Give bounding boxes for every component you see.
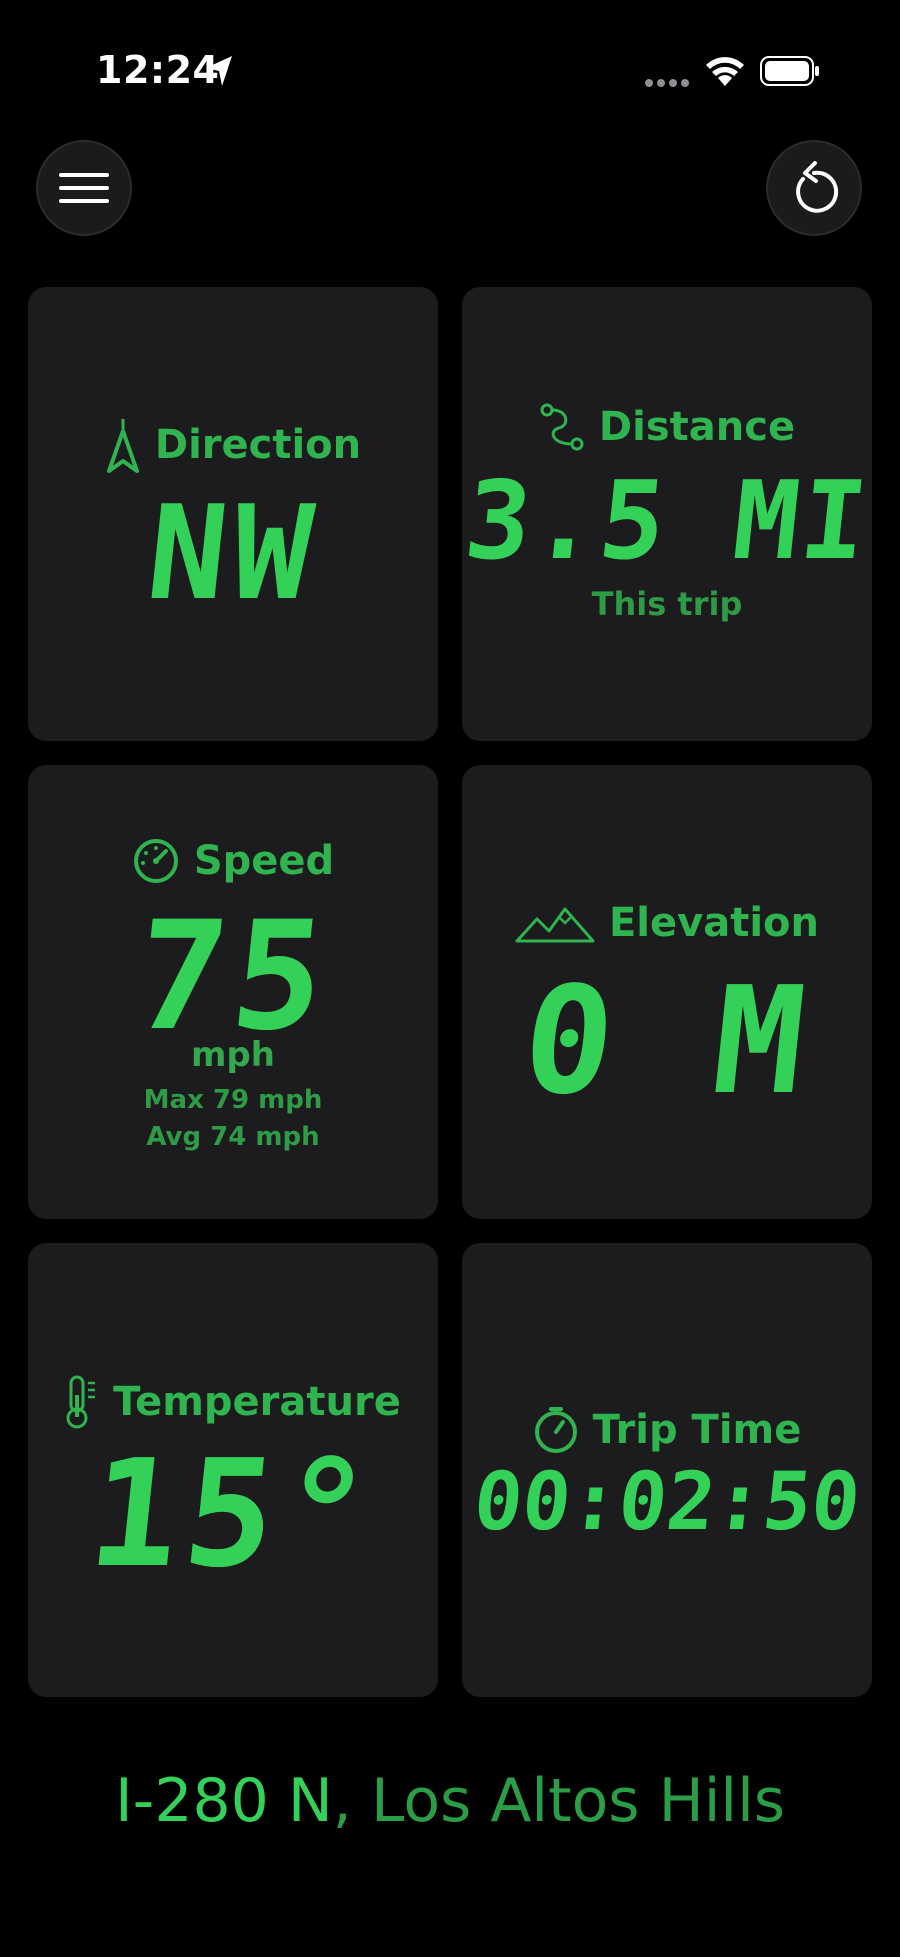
distance-tile[interactable]: Distance 3.5 MI This trip (459, 287, 875, 741)
trip-time-label: Trip Time (592, 1407, 802, 1453)
menu-button[interactable] (36, 140, 132, 236)
elevation-label-row: Elevation (462, 900, 872, 946)
elevation-label: Elevation (608, 900, 820, 946)
wifi-icon (706, 57, 744, 86)
speed-unit: mph (191, 1035, 275, 1075)
temperature-tile[interactable]: Temperature 15° (28, 1243, 438, 1697)
direction-tile[interactable]: Direction NW (28, 287, 438, 741)
direction-label-row: Direction (28, 417, 438, 473)
elevation-value: 0 M (515, 955, 819, 1127)
reset-button[interactable] (766, 140, 862, 236)
speed-max: Max 79 mph (143, 1085, 323, 1115)
hamburger-menu-icon (59, 173, 109, 203)
road-name: I-280 N (114, 1766, 333, 1836)
temperature-value: 15° (81, 1428, 385, 1600)
trip-time-value: 00:02:50 (469, 1455, 865, 1548)
reset-arrow-icon (796, 161, 839, 213)
distance-sub: This trip (591, 585, 743, 623)
trip-time-tile[interactable]: Trip Time 00:02:50 (462, 1243, 872, 1697)
speedometer-icon (133, 839, 178, 883)
status-bar: 12:24 (0, 0, 900, 140)
temperature-label-row: Temperature (28, 1375, 438, 1429)
elevation-tile[interactable]: Elevation 0 M (462, 765, 872, 1219)
distance-label-row: Distance (462, 402, 872, 452)
location-arrow-icon (206, 56, 232, 86)
temperature-label: Temperature (113, 1379, 401, 1425)
timer-icon (534, 1407, 577, 1453)
location-separator: , (332, 1766, 352, 1836)
direction-label: Direction (154, 422, 362, 468)
distance-label: Distance (598, 404, 796, 450)
compass-arrow-icon (106, 419, 139, 473)
location-footer: I-280 N, Los Altos Hills (0, 1766, 900, 1836)
speed-avg: Avg 74 mph (146, 1122, 320, 1152)
mountains-icon (515, 907, 595, 943)
speed-label-row: Speed (28, 837, 438, 885)
speed-tile[interactable]: Speed 75 mph Max 79 mph Avg 74 mph (28, 765, 438, 1219)
speed-label: Speed (193, 838, 335, 884)
route-icon (540, 403, 584, 451)
distance-value: 3.5 MI (459, 459, 875, 584)
city-name: Los Altos Hills (351, 1766, 786, 1836)
direction-value: NW (140, 477, 326, 629)
battery-icon (760, 56, 819, 86)
thermometer-icon (66, 1375, 96, 1429)
signal-dots-icon (645, 79, 689, 87)
trip-time-label-row: Trip Time (462, 1406, 872, 1454)
status-time: 12:24 (96, 48, 220, 92)
